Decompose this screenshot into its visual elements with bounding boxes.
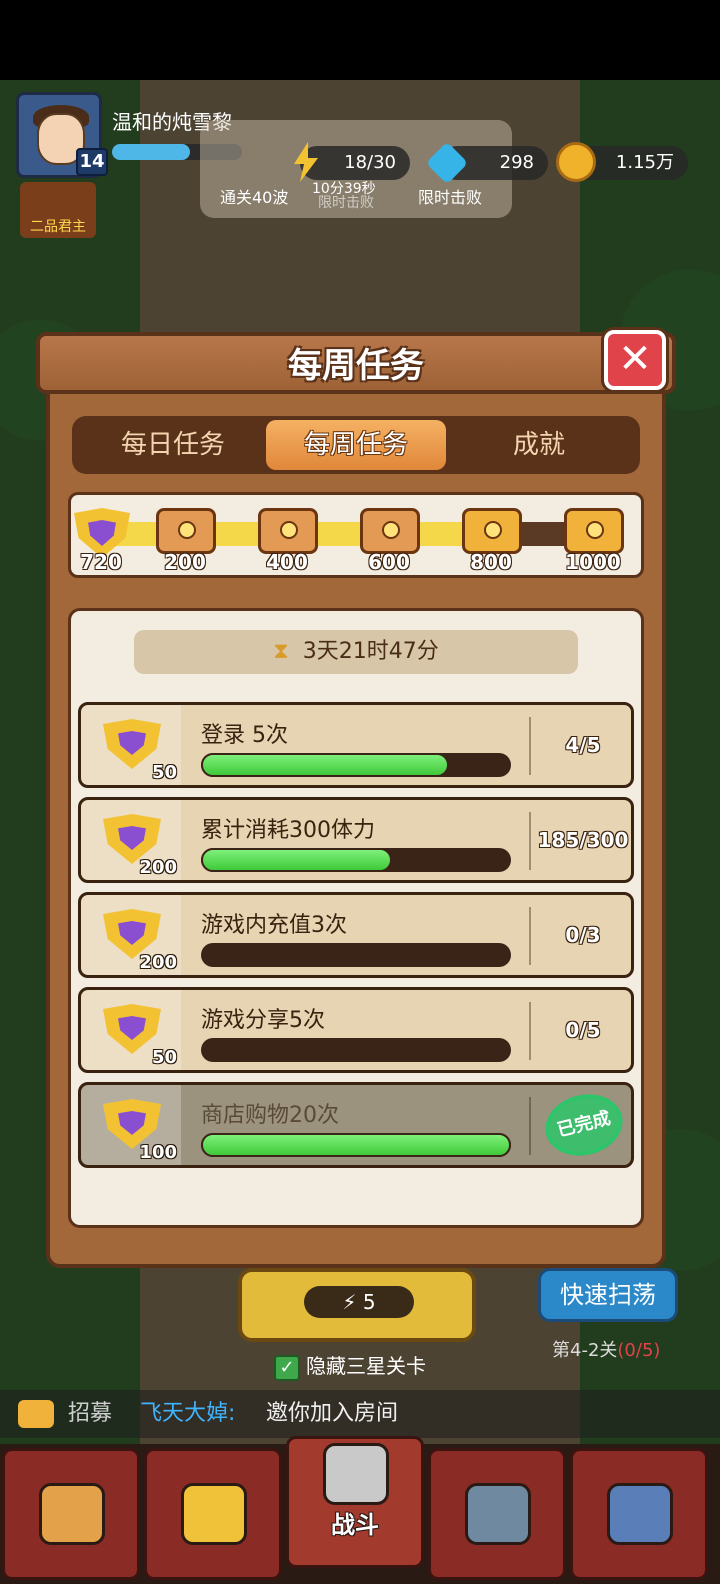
gold-counter[interactable]: 1.15万 [556, 142, 688, 182]
quest-title: 累计消耗300体力 [201, 818, 375, 843]
quest-progress-bar [201, 943, 511, 967]
chest-200[interactable] [156, 508, 216, 554]
quest-row[interactable]: 100 商店购物20次 已完成 [78, 1082, 634, 1168]
quest-reward-cell: 50 [81, 990, 181, 1070]
quest-count: 185/300 [537, 828, 629, 852]
quest-title: 游戏分享5次 [201, 1008, 325, 1033]
quest-reward-cell: 100 [81, 1085, 181, 1165]
nav-battle[interactable]: 战斗 [286, 1436, 424, 1568]
nav-heroes[interactable] [428, 1448, 566, 1580]
gold-value: 1.15万 [615, 152, 674, 173]
milestone-1000: 1000 [565, 550, 621, 574]
quest-reward-cell: 50 [81, 705, 181, 785]
nav-battle-label: 战斗 [331, 1511, 379, 1539]
chest-800[interactable] [462, 508, 522, 554]
tab-daily[interactable]: 每日任务 [88, 420, 258, 470]
quest-progress-fill [201, 753, 449, 777]
current-points: 720 [80, 550, 122, 574]
stage-quest-2: 限时击败 [318, 195, 374, 211]
quest-points: 50 [151, 1047, 177, 1068]
fist-icon [607, 1483, 673, 1545]
quest-reward-cell: 200 [81, 895, 181, 975]
quest-count: 0/3 [565, 923, 601, 947]
milestone-400: 400 [266, 550, 308, 574]
checkbox-icon: ✓ [274, 1354, 300, 1381]
close-icon: ✕ [618, 336, 652, 382]
quest-progress-bar [201, 1038, 511, 1062]
quest-progress-bar [201, 1133, 511, 1157]
chat-icon [18, 1400, 54, 1428]
reset-timer: ⧗ 3天21时47分 [134, 630, 578, 674]
tab-achievements[interactable]: 成就 [454, 420, 624, 470]
helmet-icon [465, 1483, 531, 1545]
player-level-badge: 14 [76, 148, 108, 176]
chest-400[interactable] [258, 508, 318, 554]
milestone-200: 200 [164, 550, 206, 574]
quest-progress-bar [201, 848, 511, 872]
quest-progress-fill [201, 1133, 511, 1157]
stage-progress: (0/5) [617, 1340, 661, 1361]
quest-divider [529, 1097, 531, 1155]
nav-shop[interactable] [2, 1448, 140, 1580]
quest-points: 50 [151, 762, 177, 783]
quest-row[interactable]: 50 登录 5次 4/5 [78, 702, 634, 788]
quest-points: 200 [139, 952, 177, 973]
quest-divider [529, 717, 531, 775]
timer-text: 3天21时47分 [302, 639, 439, 664]
quest-count: 0/5 [565, 1018, 601, 1042]
quest-count: 4/5 [565, 733, 601, 757]
tab-weekly[interactable]: 每周任务 [266, 420, 446, 470]
quest-divider [529, 907, 531, 965]
swords-icon [323, 1443, 389, 1505]
quest-title: 游戏内充值3次 [201, 913, 347, 938]
gem-value: 298 [499, 152, 534, 173]
chest-600[interactable] [360, 508, 420, 554]
quest-points: 100 [139, 1142, 177, 1163]
milestone-800: 800 [470, 550, 512, 574]
shop-icon [39, 1483, 105, 1545]
stage-label: 第4-2关(0/5) [552, 1336, 660, 1362]
quest-row[interactable]: 200 游戏内充值3次 0/3 [78, 892, 634, 978]
hourglass-icon: ⧗ [273, 639, 289, 664]
quest-points: 200 [139, 857, 177, 878]
milestone-600: 600 [368, 550, 410, 574]
quest-reward-cell: 200 [81, 800, 181, 880]
nav-rank[interactable] [144, 1448, 282, 1580]
quest-row[interactable]: 200 累计消耗300体力 185/300 [78, 797, 634, 883]
quest-divider [529, 812, 531, 870]
coin-icon [556, 142, 596, 182]
battle-cost: ⚡ 5 [304, 1286, 414, 1318]
gem-counter[interactable]: 298 [425, 141, 548, 185]
quest-progress-fill [201, 848, 393, 872]
stage-quest-1: 通关40波 [220, 188, 289, 207]
close-button[interactable]: ✕ [604, 330, 666, 390]
stage-quest-3: 限时击败 [418, 188, 483, 207]
nav-upgrade[interactable] [570, 1448, 708, 1580]
battle-cost-value: 5 [362, 1290, 376, 1314]
stage-name: 第4-2关 [552, 1340, 618, 1361]
chat-channel: 招募 [68, 1401, 113, 1426]
rank-badge[interactable]: 二品君主 [20, 182, 96, 238]
panel-title: 每周任务 [288, 346, 424, 386]
quick-sweep-button[interactable]: 快速扫荡 [538, 1268, 678, 1322]
chat-ticker[interactable]: 招募 飞天大婥: 邀你加入房间 [0, 1390, 720, 1438]
energy-value: 18/30 [344, 152, 396, 173]
hidden-stars-toggle[interactable]: ✓ 隐藏三星关卡 [274, 1350, 426, 1381]
quest-title: 商店购物20次 [201, 1103, 339, 1128]
quest-title: 登录 5次 [201, 723, 288, 748]
quest-row[interactable]: 50 游戏分享5次 0/5 [78, 987, 634, 1073]
quest-progress-bar [201, 753, 511, 777]
energy-counter[interactable]: 18/30 [294, 142, 410, 182]
quest-divider [529, 1002, 531, 1060]
hidden-stars-label: 隐藏三星关卡 [306, 1354, 426, 1378]
completed-stamp: 已完成 [538, 1086, 630, 1164]
crown-icon [181, 1483, 247, 1545]
chat-message: 邀你加入房间 [266, 1401, 399, 1426]
chat-user: 飞天大婥: [140, 1401, 236, 1426]
chest-1000[interactable] [564, 508, 624, 554]
